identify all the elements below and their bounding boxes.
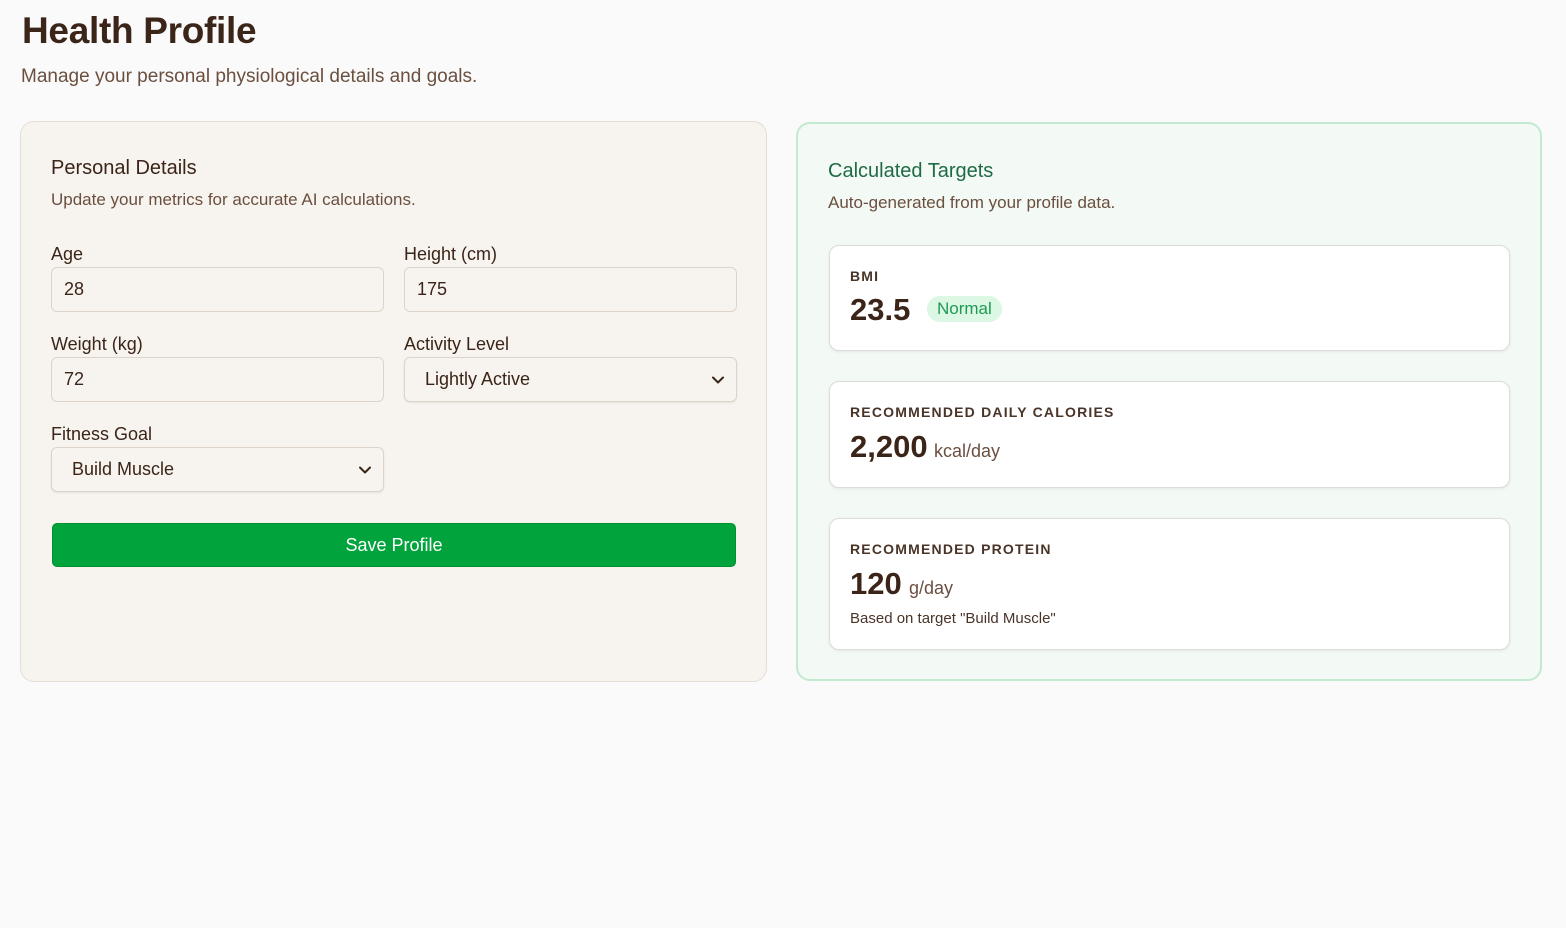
fitness-goal-select[interactable]: Build Muscle <box>51 447 384 492</box>
protein-unit: g/day <box>909 578 954 598</box>
protein-value: 120 <box>850 566 902 601</box>
protein-note: Based on target "Build Muscle" <box>850 610 1056 627</box>
calories-label: RECOMMENDED DAILY CALORIES <box>850 404 1115 420</box>
activity-level-select[interactable]: Lightly Active <box>404 357 737 402</box>
calculated-targets-description: Auto-generated from your profile data. <box>828 193 1116 212</box>
height-input[interactable] <box>404 267 737 312</box>
protein-card: RECOMMENDED PROTEIN 120 g/day Based on t… <box>829 518 1510 650</box>
height-label: Height (cm) <box>404 244 498 264</box>
chevron-down-icon <box>359 466 371 473</box>
calories-value: 2,200 <box>850 429 928 464</box>
page-subtitle: Manage your personal physiological detai… <box>21 66 478 87</box>
health-profile-page: Health Profile Manage your personal phys… <box>0 0 1566 928</box>
page-title: Health Profile <box>22 10 257 51</box>
fitness-goal-label: Fitness Goal <box>51 424 153 444</box>
weight-input[interactable] <box>51 357 384 402</box>
weight-label: Weight (kg) <box>51 334 143 354</box>
activity-level-label: Activity Level <box>404 334 510 354</box>
calories-card: RECOMMENDED DAILY CALORIES 2,200 kcal/da… <box>829 381 1510 488</box>
protein-label: RECOMMENDED PROTEIN <box>850 541 1052 557</box>
calculated-targets-title: Calculated Targets <box>828 160 994 182</box>
bmi-card: BMI 23.5 Normal <box>829 245 1510 351</box>
fitness-goal-value: Build Muscle <box>72 459 175 479</box>
personal-details-description: Update your metrics for accurate AI calc… <box>51 190 416 209</box>
personal-details-title: Personal Details <box>51 157 197 179</box>
activity-level-value: Lightly Active <box>425 369 531 389</box>
age-input[interactable] <box>51 267 384 312</box>
calories-unit: kcal/day <box>934 441 1001 461</box>
personal-details-card: Personal Details Update your metrics for… <box>20 121 767 682</box>
chevron-down-icon <box>712 376 724 383</box>
calculated-targets-card: Calculated Targets Auto-generated from y… <box>796 122 1542 681</box>
save-profile-button[interactable]: Save Profile <box>52 523 736 567</box>
bmi-label: BMI <box>850 268 880 284</box>
bmi-status-badge: Normal <box>927 296 1002 322</box>
bmi-value: 23.5 <box>850 292 911 327</box>
age-label: Age <box>51 244 84 264</box>
